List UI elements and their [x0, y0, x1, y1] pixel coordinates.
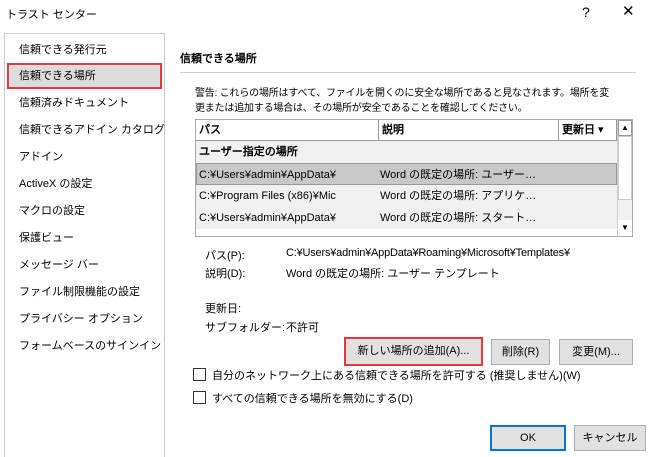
sidebar-item-trusted-publishers[interactable]: 信頼できる発行元: [7, 37, 162, 63]
window-title: トラスト センター: [6, 9, 97, 21]
disable-all-checkbox[interactable]: [193, 391, 206, 404]
warning-text: 警告: これらの場所はすべて、ファイルを開くのに安全な場所であると見なされます。…: [195, 88, 610, 99]
subfolder-label: サブフォルダー:: [205, 322, 286, 334]
row-path: C:¥Users¥admin¥AppData¥: [199, 169, 336, 181]
warning-text: 更または追加する場合は、その場所が安全であることを確認してください。: [195, 103, 528, 114]
row-description: Word の既定の場所: スタート…: [380, 212, 537, 224]
row-description: Word の既定の場所: アプリケ…: [380, 190, 537, 202]
description-label: 説明(D):: [205, 268, 246, 280]
sidebar-item-message-bar[interactable]: メッセージ バー: [7, 252, 162, 278]
row-path: C:¥Program Files (x86)¥Mic: [199, 190, 336, 202]
sidebar-item-privacy[interactable]: プライバシー オプション: [7, 306, 162, 332]
sidebar-item-protected-view[interactable]: 保護ビュー: [7, 225, 162, 251]
row-path: C:¥Users¥admin¥AppData¥: [199, 212, 336, 224]
row-description: Word の既定の場所: ユーザー…: [380, 169, 537, 181]
ok-button[interactable]: OK: [490, 425, 566, 451]
table-row[interactable]: C:¥Users¥admin¥AppData¥ Word の既定の場所: ユーザー…: [196, 163, 617, 185]
sidebar-item-addins[interactable]: アドイン: [7, 144, 162, 170]
locations-table: パス 説明 更新日 ▾ ユーザー指定の場所 C:¥Users¥admin¥App…: [195, 119, 633, 237]
path-label: パス(P):: [205, 250, 245, 262]
allow-network-label[interactable]: 自分のネットワーク上にある信頼できる場所を許可する (推奨しません)(W): [212, 367, 581, 383]
sidebar-item-file-block[interactable]: ファイル制限機能の設定: [7, 279, 162, 305]
close-icon[interactable]: ✕: [622, 2, 635, 20]
cancel-button[interactable]: キャンセル: [574, 425, 646, 451]
sidebar-item-form-signin[interactable]: フォームベースのサインイン: [7, 333, 162, 359]
table-row[interactable]: C:¥Program Files (x86)¥Mic Word の既定の場所: ア…: [196, 185, 617, 207]
sidebar-item-trusted-documents[interactable]: 信頼済みドキュメント: [7, 90, 162, 116]
column-header-date[interactable]: 更新日 ▾: [559, 120, 617, 141]
sidebar-item-activex[interactable]: ActiveX の設定: [7, 171, 162, 197]
date-label: 更新日:: [205, 303, 242, 315]
allow-network-checkbox[interactable]: [193, 368, 206, 381]
remove-button[interactable]: 削除(R): [491, 339, 550, 365]
column-header-description[interactable]: 説明: [379, 120, 559, 141]
subfolder-value: 不許可: [286, 322, 319, 334]
vertical-scrollbar[interactable]: ▲ ▼: [617, 120, 632, 236]
add-location-button[interactable]: 新しい場所の追加(A)...: [344, 337, 483, 366]
scroll-up-icon[interactable]: ▲: [618, 120, 632, 136]
sidebar: 信頼できる発行元 信頼できる場所 信頼済みドキュメント 信頼できるアドイン カタ…: [4, 33, 165, 457]
column-header-path[interactable]: パス: [196, 120, 379, 141]
scroll-down-icon[interactable]: ▼: [618, 220, 632, 236]
help-button[interactable]: ?: [582, 4, 590, 20]
divider: [180, 72, 636, 73]
path-value: C:¥Users¥admin¥AppData¥Roaming¥Microsoft…: [286, 247, 570, 259]
table-row[interactable]: C:¥Users¥admin¥AppData¥ Word の既定の場所: スタート…: [196, 207, 617, 229]
sidebar-item-trusted-locations[interactable]: 信頼できる場所: [7, 63, 162, 89]
scroll-thumb[interactable]: [618, 136, 632, 200]
sidebar-item-addin-catalogs[interactable]: 信頼できるアドイン カタログ: [7, 117, 165, 143]
group-header: ユーザー指定の場所: [196, 141, 617, 163]
disable-all-label[interactable]: すべての信頼できる場所を無効にする(D): [212, 390, 413, 406]
modify-button[interactable]: 変更(M)...: [559, 339, 633, 365]
page-title: 信頼できる場所: [180, 53, 257, 65]
description-value: Word の既定の場所: ユーザー テンプレート: [286, 268, 500, 280]
sidebar-item-macro[interactable]: マクロの設定: [7, 198, 162, 224]
